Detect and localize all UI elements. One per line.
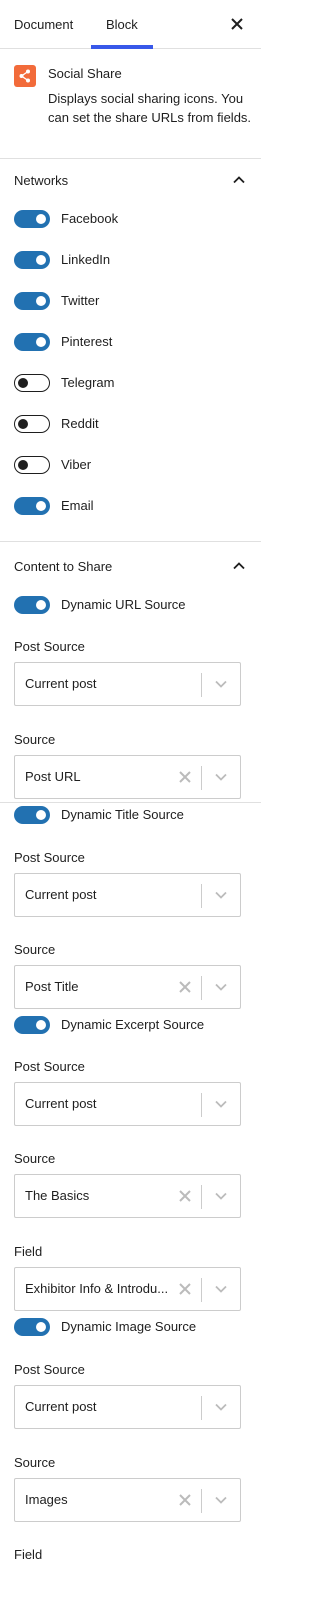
toggle-label: Dynamic URL Source xyxy=(61,597,186,612)
chevron-down-icon[interactable] xyxy=(213,676,229,692)
share-icon xyxy=(14,65,36,87)
chevron-down-icon[interactable] xyxy=(213,1399,229,1415)
source-select[interactable]: Post URL xyxy=(14,755,241,799)
chevron-up-icon xyxy=(233,176,245,184)
toggle-label: Dynamic Title Source xyxy=(61,807,184,822)
facebook-toggle[interactable] xyxy=(14,210,50,228)
tab-document[interactable]: Document xyxy=(14,0,73,49)
network-label: Twitter xyxy=(61,293,100,308)
network-label: Telegram xyxy=(61,375,115,390)
block-card: Social Share Displays social sharing ico… xyxy=(0,49,261,159)
source-select[interactable]: The Basics xyxy=(14,1174,241,1218)
networks-panel-header[interactable]: Networks xyxy=(0,163,261,199)
chevron-down-icon[interactable] xyxy=(213,887,229,903)
select-separator xyxy=(201,1489,202,1513)
select-value: Post URL xyxy=(25,769,81,784)
twitter-toggle[interactable] xyxy=(14,292,50,310)
dynamic-title-toggle[interactable] xyxy=(14,806,50,824)
select-separator xyxy=(201,1278,202,1302)
field-label: Post Source xyxy=(14,1362,85,1377)
select-separator xyxy=(201,1093,202,1117)
field-label: Field xyxy=(14,1547,43,1562)
panel-title: Networks xyxy=(14,173,69,188)
field-label: Post Source xyxy=(14,639,85,654)
select-separator xyxy=(201,1396,202,1420)
viber-toggle[interactable] xyxy=(14,456,50,474)
select-value: Images xyxy=(25,1492,68,1507)
block-description: Displays social sharing icons. You can s… xyxy=(48,91,252,125)
field-label: Post Source xyxy=(14,850,85,865)
field-label: Source xyxy=(14,732,56,747)
post-source-select[interactable]: Current post xyxy=(14,1385,241,1429)
field-select[interactable]: Exhibitor Info & Introdu... xyxy=(14,1267,241,1311)
clear-icon[interactable] xyxy=(178,770,192,784)
close-icon[interactable] xyxy=(227,14,247,34)
network-label: LinkedIn xyxy=(61,252,111,267)
field-label: Source xyxy=(14,1151,56,1166)
chevron-down-icon[interactable] xyxy=(213,979,229,995)
chevron-down-icon[interactable] xyxy=(213,769,229,785)
select-value: Current post xyxy=(25,1399,97,1414)
chevron-down-icon[interactable] xyxy=(213,1281,229,1297)
section-divider xyxy=(0,802,261,803)
select-separator xyxy=(201,884,202,908)
chevron-down-icon[interactable] xyxy=(213,1096,229,1112)
network-label: Reddit xyxy=(61,416,99,431)
field-label: Field xyxy=(14,1244,43,1259)
dynamic-url-toggle[interactable] xyxy=(14,596,50,614)
select-value: Current post xyxy=(25,887,97,902)
dynamic-excerpt-toggle[interactable] xyxy=(14,1016,50,1034)
select-separator xyxy=(201,766,202,790)
select-value: Current post xyxy=(25,1096,97,1111)
source-select[interactable]: Images xyxy=(14,1478,241,1522)
network-label: Pinterest xyxy=(61,334,113,349)
field-label: Source xyxy=(14,942,56,957)
post-source-select[interactable]: Current post xyxy=(14,662,241,706)
chevron-down-icon[interactable] xyxy=(213,1188,229,1204)
field-label: Source xyxy=(14,1455,56,1470)
pinterest-toggle[interactable] xyxy=(14,333,50,351)
source-select[interactable]: Post Title xyxy=(14,965,241,1009)
dynamic-image-toggle[interactable] xyxy=(14,1318,50,1336)
post-source-select[interactable]: Current post xyxy=(14,1082,241,1126)
toggle-label: Dynamic Image Source xyxy=(61,1319,197,1334)
toggle-label: Dynamic Excerpt Source xyxy=(61,1017,205,1032)
clear-icon[interactable] xyxy=(178,1493,192,1507)
select-value: The Basics xyxy=(25,1188,90,1203)
linkedin-toggle[interactable] xyxy=(14,251,50,269)
content-panel-header[interactable]: Content to Share xyxy=(0,549,261,585)
clear-icon[interactable] xyxy=(178,1282,192,1296)
network-label: Facebook xyxy=(61,211,119,226)
chevron-down-icon[interactable] xyxy=(213,1492,229,1508)
select-value: Post Title xyxy=(25,979,79,994)
clear-icon[interactable] xyxy=(178,980,192,994)
field-label: Post Source xyxy=(14,1059,85,1074)
network-label: Viber xyxy=(61,457,92,472)
telegram-toggle[interactable] xyxy=(14,374,50,392)
clear-icon[interactable] xyxy=(178,1189,192,1203)
panel-divider xyxy=(0,541,261,542)
reddit-toggle[interactable] xyxy=(14,415,50,433)
post-source-select[interactable]: Current post xyxy=(14,873,241,917)
chevron-up-icon xyxy=(233,562,245,570)
select-value: Exhibitor Info & Introdu... xyxy=(25,1281,169,1296)
select-separator xyxy=(201,673,202,697)
select-separator xyxy=(201,976,202,1000)
network-label: Email xyxy=(61,498,94,513)
select-value: Current post xyxy=(25,676,97,691)
email-toggle[interactable] xyxy=(14,497,50,515)
sidebar-tabs: Document Block xyxy=(0,0,261,49)
tab-block[interactable]: Block xyxy=(106,0,138,49)
select-separator xyxy=(201,1185,202,1209)
panel-title: Content to Share xyxy=(14,559,113,574)
block-title: Social Share xyxy=(48,66,122,81)
